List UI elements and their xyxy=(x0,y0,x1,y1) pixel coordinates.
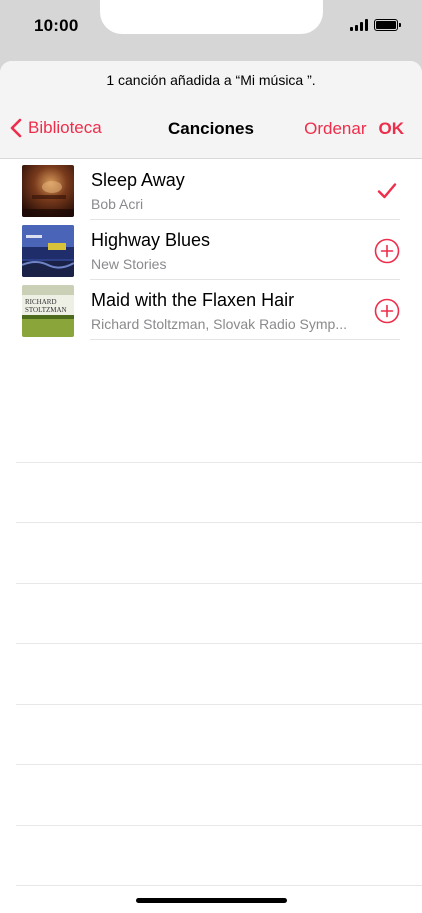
nav-bar: Biblioteca Canciones Ordenar OK xyxy=(0,99,422,159)
song-row[interactable]: Highway Blues New Stories xyxy=(0,220,422,280)
song-title: Maid with the Flaxen Hair xyxy=(91,290,295,310)
add-song-button[interactable] xyxy=(374,238,400,264)
battery-icon xyxy=(374,19,401,31)
added-checkmark-icon[interactable] xyxy=(374,178,400,204)
chevron-left-icon xyxy=(10,118,22,138)
notch xyxy=(100,0,323,34)
song-title: Sleep Away xyxy=(91,170,185,190)
art-text-line2: STOLTZMAN xyxy=(25,306,67,314)
add-song-button[interactable] xyxy=(374,298,400,324)
signal-icon xyxy=(350,19,368,31)
empty-list-separators xyxy=(16,402,422,886)
song-artist: Richard Stoltzman, Slovak Radio Symp... xyxy=(91,316,347,332)
song-row[interactable]: Sleep Away Bob Acri xyxy=(0,160,422,220)
song-info: Sleep Away Bob Acri xyxy=(90,160,400,220)
song-info: Maid with the Flaxen Hair Richard Stoltz… xyxy=(90,280,400,340)
songs-sheet: 1 canción añadida a “Mi música ”. Biblio… xyxy=(0,61,422,913)
done-button[interactable]: OK xyxy=(379,119,405,139)
song-info: Highway Blues New Stories xyxy=(90,220,400,280)
status-bar: 10:00 xyxy=(0,0,422,60)
back-button[interactable]: Biblioteca xyxy=(10,118,102,138)
album-art-highway-blues xyxy=(22,225,74,277)
song-list: Sleep Away Bob Acri Highway Blues New St… xyxy=(0,160,422,340)
art-text-line1: RICHARD xyxy=(25,298,57,306)
album-art-sleep-away xyxy=(22,165,74,217)
song-title: Highway Blues xyxy=(91,230,211,250)
song-artist: Bob Acri xyxy=(91,196,144,212)
sort-button[interactable]: Ordenar xyxy=(304,119,366,139)
song-artist: New Stories xyxy=(91,256,167,272)
nav-actions: Ordenar OK xyxy=(304,119,404,139)
song-row[interactable]: RICHARD STOLTZMAN Maid with the Flaxen H… xyxy=(0,280,422,340)
status-time: 10:00 xyxy=(34,16,79,35)
plus-circle-icon xyxy=(374,298,400,324)
added-banner: 1 canción añadida a “Mi música ”. xyxy=(0,61,422,99)
status-icons xyxy=(350,18,401,32)
back-label: Biblioteca xyxy=(28,118,102,137)
home-indicator[interactable] xyxy=(136,898,287,903)
plus-circle-icon xyxy=(374,238,400,264)
album-art-maid-flaxen-hair: RICHARD STOLTZMAN xyxy=(22,285,74,337)
